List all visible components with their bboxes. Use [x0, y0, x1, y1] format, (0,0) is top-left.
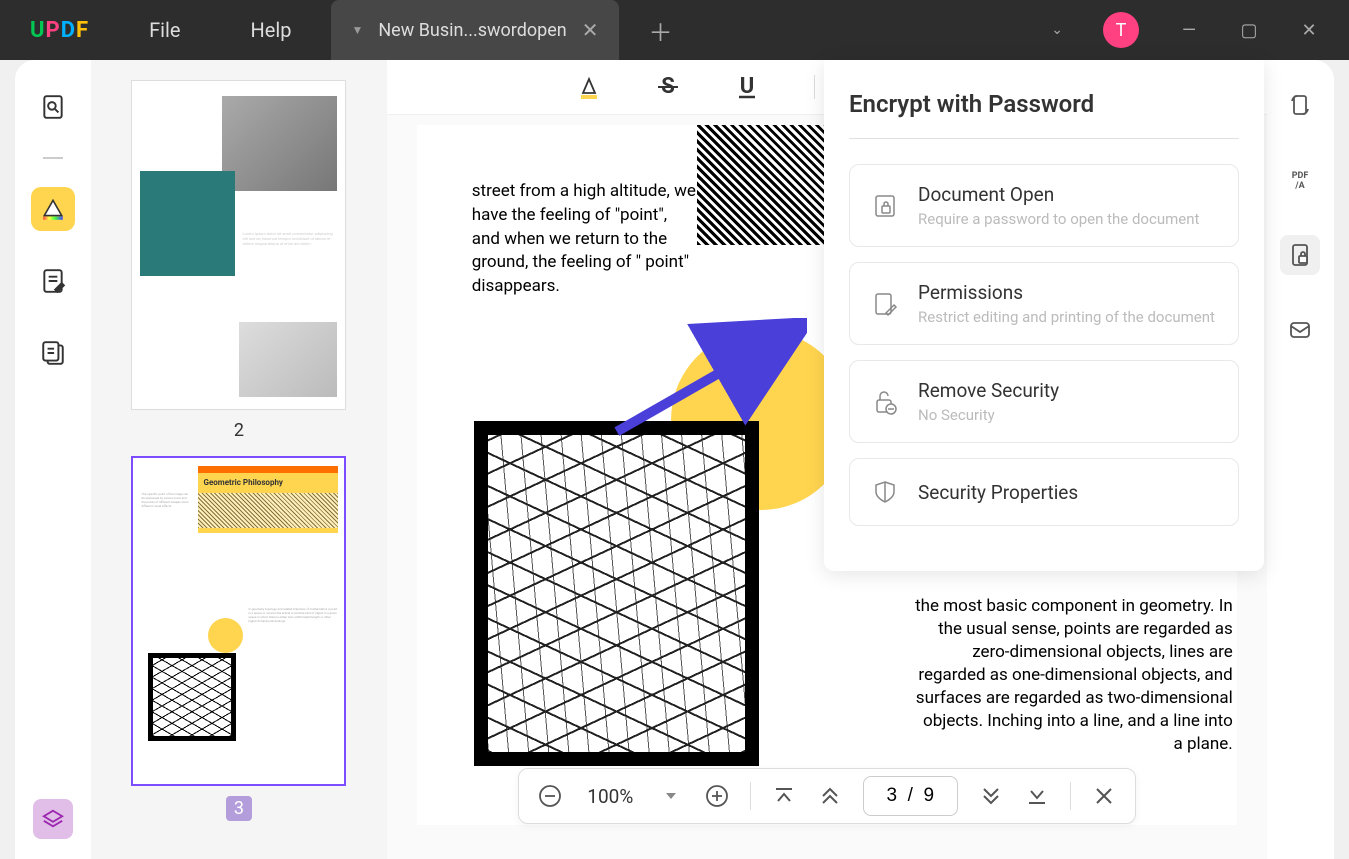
thumbnail-item: Lorem ipsum dolor sit amet consectetur a… [131, 80, 346, 441]
titlebar-right: ⌄ T — ▢ ✕ [1051, 12, 1319, 48]
minimize-button[interactable]: — [1179, 20, 1199, 41]
zoom-out-button[interactable] [537, 783, 563, 809]
prev-page-button[interactable] [817, 783, 843, 809]
permissions-card[interactable]: Permissions Restrict editing and printin… [849, 262, 1239, 345]
card-desc: Require a password to open the document [918, 210, 1218, 228]
divider [849, 138, 1239, 139]
highlighter-icon[interactable] [577, 73, 601, 101]
document-image-main [474, 421, 759, 766]
thumbnails-panel: Lorem ipsum dolor sit amet consectetur a… [91, 60, 387, 859]
divider [750, 782, 751, 810]
card-title: Security Properties [918, 481, 1218, 504]
layers-icon[interactable] [33, 799, 73, 839]
page-thumbnail-3[interactable]: Geometric Philosophy The specific point … [131, 456, 346, 786]
page-input[interactable] [863, 776, 958, 816]
document-text: the most basic component in geometry. In… [913, 595, 1233, 756]
edit-tool-icon[interactable] [31, 259, 75, 303]
highlight-tool-icon[interactable] [31, 187, 75, 231]
lock-document-icon [870, 191, 900, 221]
chevron-down-icon[interactable]: ⌄ [1051, 22, 1063, 38]
app-logo: UPDF [30, 18, 89, 43]
svg-text:U: U [740, 74, 755, 99]
next-page-button[interactable] [978, 783, 1004, 809]
divider [814, 75, 815, 99]
divider [1070, 782, 1071, 810]
add-tab-button[interactable]: ＋ [649, 13, 673, 48]
panel-title: Encrypt with Password [849, 90, 1239, 118]
last-page-button[interactable] [1024, 783, 1050, 809]
thumbnail-number: 3 [226, 796, 252, 821]
right-toolbar: PDF/A [1267, 60, 1334, 859]
workspace: Lorem ipsum dolor sit amet consectetur a… [15, 60, 1334, 859]
pages-tool-icon[interactable] [31, 331, 75, 375]
rotate-tool-icon[interactable] [1280, 85, 1320, 125]
tab-bar: ▼ New Busin...swordopen ✕ ＋ [331, 0, 1051, 60]
menu-bar: File Help [149, 18, 291, 42]
close-toolbar-icon[interactable] [1091, 783, 1117, 809]
remove-security-card[interactable]: Remove Security No Security [849, 360, 1239, 443]
card-title: Permissions [918, 281, 1218, 304]
card-desc: No Security [918, 406, 1218, 424]
mail-tool-icon[interactable] [1280, 310, 1320, 350]
card-title: Remove Security [918, 379, 1218, 402]
document-tab[interactable]: ▼ New Busin...swordopen ✕ [331, 0, 618, 60]
encrypt-panel: Encrypt with Password Document Open Requ… [824, 60, 1264, 571]
pdfa-tool-icon[interactable]: PDF/A [1280, 160, 1320, 200]
tab-title: New Busin...swordopen [378, 20, 566, 41]
edit-document-icon [870, 289, 900, 319]
svg-text:PDF: PDF [1292, 171, 1309, 181]
user-avatar[interactable]: T [1103, 12, 1139, 48]
document-image [697, 125, 837, 245]
zoom-in-button[interactable] [704, 783, 730, 809]
card-title: Document Open [918, 183, 1218, 206]
unlock-icon [870, 387, 900, 417]
strikethrough-icon[interactable]: S [656, 73, 680, 101]
first-page-button[interactable] [771, 783, 797, 809]
zoom-page-toolbar: 100% [518, 768, 1136, 824]
zoom-level: 100% [583, 785, 638, 808]
document-open-card[interactable]: Document Open Require a password to open… [849, 164, 1239, 247]
close-button[interactable]: ✕ [1299, 20, 1319, 41]
maximize-button[interactable]: ▢ [1239, 20, 1259, 41]
tab-close-icon[interactable]: ✕ [582, 18, 599, 42]
svg-text:/A: /A [1295, 181, 1306, 191]
divider [43, 157, 63, 159]
search-tool-icon[interactable] [31, 85, 75, 129]
thumbnail-number: 2 [234, 420, 244, 441]
titlebar: UPDF File Help ▼ New Busin...swordopen ✕… [0, 0, 1349, 60]
document-text: street from a high altitude, we have the… [472, 180, 697, 299]
card-desc: Restrict editing and printing of the doc… [918, 308, 1218, 326]
thumbnail-item: Geometric Philosophy The specific point … [131, 456, 346, 821]
page-thumbnail-2[interactable]: Lorem ipsum dolor sit amet consectetur a… [131, 80, 346, 410]
zoom-dropdown-icon[interactable] [658, 783, 684, 809]
encrypt-tool-icon[interactable] [1280, 235, 1320, 275]
security-properties-card[interactable]: Security Properties [849, 458, 1239, 526]
tab-dropdown-icon[interactable]: ▼ [351, 23, 363, 37]
left-toolbar [15, 60, 91, 859]
underline-icon[interactable]: U [735, 73, 759, 101]
shield-icon [870, 477, 900, 507]
menu-file[interactable]: File [149, 18, 180, 42]
menu-help[interactable]: Help [250, 18, 291, 42]
